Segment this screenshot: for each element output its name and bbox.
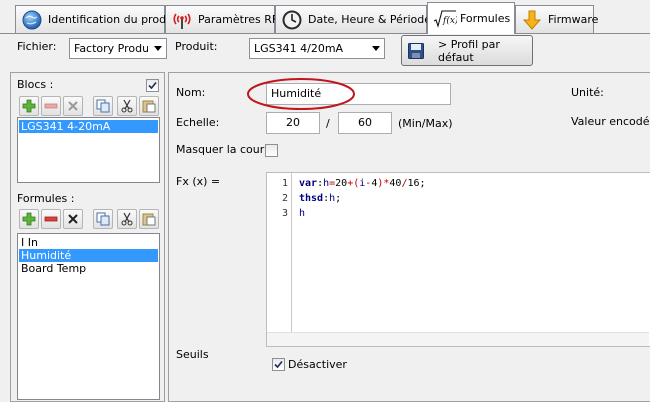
- cut-block-button[interactable]: [117, 96, 137, 116]
- hide-curve-checkbox[interactable]: [265, 144, 278, 157]
- hide-curve-label: Masquer la courbe: [176, 143, 279, 156]
- disable-label: Désactiver: [288, 358, 347, 371]
- highlight-ellipse: [247, 78, 355, 110]
- tab-label: Paramètres RF: [198, 13, 279, 26]
- copy-block-button[interactable]: [93, 96, 113, 116]
- scale-min-input[interactable]: 20: [266, 112, 320, 134]
- paste-block-button[interactable]: [139, 96, 159, 116]
- list-item[interactable]: LGS341 4-20mA: [19, 120, 158, 133]
- list-item[interactable]: I In: [19, 236, 158, 249]
- antenna-icon: [171, 9, 193, 31]
- scale-min-value: 20: [286, 116, 300, 129]
- tab-label: Firmware: [548, 13, 599, 26]
- svg-text:f(x): f(x): [442, 15, 457, 26]
- formulas-label: Formules :: [17, 192, 75, 205]
- tab-firmware[interactable]: Firmware: [515, 5, 598, 33]
- copy-icon: [96, 99, 110, 113]
- file-label: Fichier:: [17, 40, 57, 53]
- default-profile-button[interactable]: > Profil par défaut: [401, 35, 533, 66]
- fx-label: Fx (x) =: [176, 175, 221, 188]
- delete-formula-button[interactable]: [63, 209, 83, 229]
- add-block-button[interactable]: [19, 96, 39, 116]
- paste-icon: [142, 100, 156, 113]
- cut-formula-button[interactable]: [117, 209, 137, 229]
- close-icon: [68, 101, 78, 111]
- tab-identification[interactable]: Identification du produit: [15, 5, 180, 33]
- paste-icon: [142, 213, 156, 226]
- code-line: thsd:h;: [299, 193, 342, 204]
- line-number-gutter: 1 2 3: [267, 173, 292, 346]
- tab-label: Date, Heure & Périodes: [308, 13, 437, 26]
- copy-icon: [96, 212, 110, 226]
- add-formula-button[interactable]: [19, 209, 39, 229]
- globe-icon: [21, 9, 43, 31]
- floppy-disk-icon: [408, 42, 424, 59]
- file-select[interactable]: Factory Product: [69, 38, 167, 59]
- minus-icon: [44, 103, 58, 109]
- name-label: Nom:: [176, 86, 206, 99]
- delete-block-button[interactable]: [63, 96, 83, 116]
- scale-max-input[interactable]: 60: [338, 112, 392, 134]
- product-select[interactable]: LGS341 4/20mA: [249, 38, 385, 59]
- chevron-down-icon: [149, 39, 166, 58]
- product-label: Produit:: [175, 40, 218, 53]
- tab-rf-parameters[interactable]: Paramètres RF: [165, 5, 279, 33]
- remove-block-button[interactable]: [41, 96, 61, 116]
- tab-bar: Identification du produit Paramètres RF …: [0, 0, 650, 34]
- code-line: h: [299, 208, 306, 219]
- product-select-value: LGS341 4/20mA: [254, 42, 344, 55]
- tab-label: Identification du produit: [48, 13, 181, 26]
- paste-formula-button[interactable]: [139, 209, 159, 229]
- default-profile-button-label: > Profil par défaut: [438, 37, 500, 64]
- tab-date-time[interactable]: Date, Heure & Périodes: [275, 5, 437, 33]
- scale-max-value: 60: [358, 116, 372, 129]
- scale-label: Echelle:: [176, 116, 220, 129]
- list-item[interactable]: Humidité: [19, 249, 158, 262]
- scale-separator: /: [326, 117, 330, 130]
- plus-icon: [22, 99, 36, 113]
- code-line: var:h=20+(i-4)*40/16;: [299, 178, 426, 189]
- horizontal-scrollbar[interactable]: [267, 332, 649, 346]
- thresholds-label: Seuils: [176, 348, 209, 361]
- tab-formulas[interactable]: f(x) Formules: [427, 2, 515, 34]
- encoded-value-label: Valeur encodée: [571, 115, 650, 128]
- disable-checkbox[interactable]: [272, 358, 285, 371]
- minus-icon: [44, 216, 58, 222]
- scissors-icon: [121, 99, 133, 113]
- blocks-list[interactable]: LGS341 4-20mA: [17, 117, 160, 183]
- formula-code-editor[interactable]: 1 2 3 var:h=20+(i-4)*40/16; thsd:h; h: [266, 172, 650, 347]
- line-number: 3: [281, 208, 288, 219]
- plus-icon: [22, 212, 36, 226]
- copy-formula-button[interactable]: [93, 209, 113, 229]
- list-item[interactable]: Board Temp: [19, 262, 158, 275]
- scale-hint: (Min/Max): [398, 117, 453, 130]
- remove-formula-button[interactable]: [41, 209, 61, 229]
- blocks-checkbox[interactable]: [146, 79, 159, 92]
- unit-label: Unité:: [571, 86, 604, 99]
- clock-icon: [281, 9, 303, 31]
- scissors-icon: [121, 212, 133, 226]
- file-select-value: Factory Product: [74, 42, 148, 55]
- line-number: 2: [281, 193, 288, 204]
- download-arrow-icon: [521, 9, 543, 31]
- formulas-list[interactable]: I In Humidité Board Temp: [17, 233, 160, 400]
- close-icon: [68, 214, 78, 224]
- tab-label: Formules: [460, 12, 511, 25]
- line-number: 1: [281, 178, 288, 189]
- chevron-down-icon: [367, 39, 384, 58]
- blocks-label: Blocs :: [17, 78, 54, 91]
- sqrt-fx-icon: f(x): [433, 8, 459, 30]
